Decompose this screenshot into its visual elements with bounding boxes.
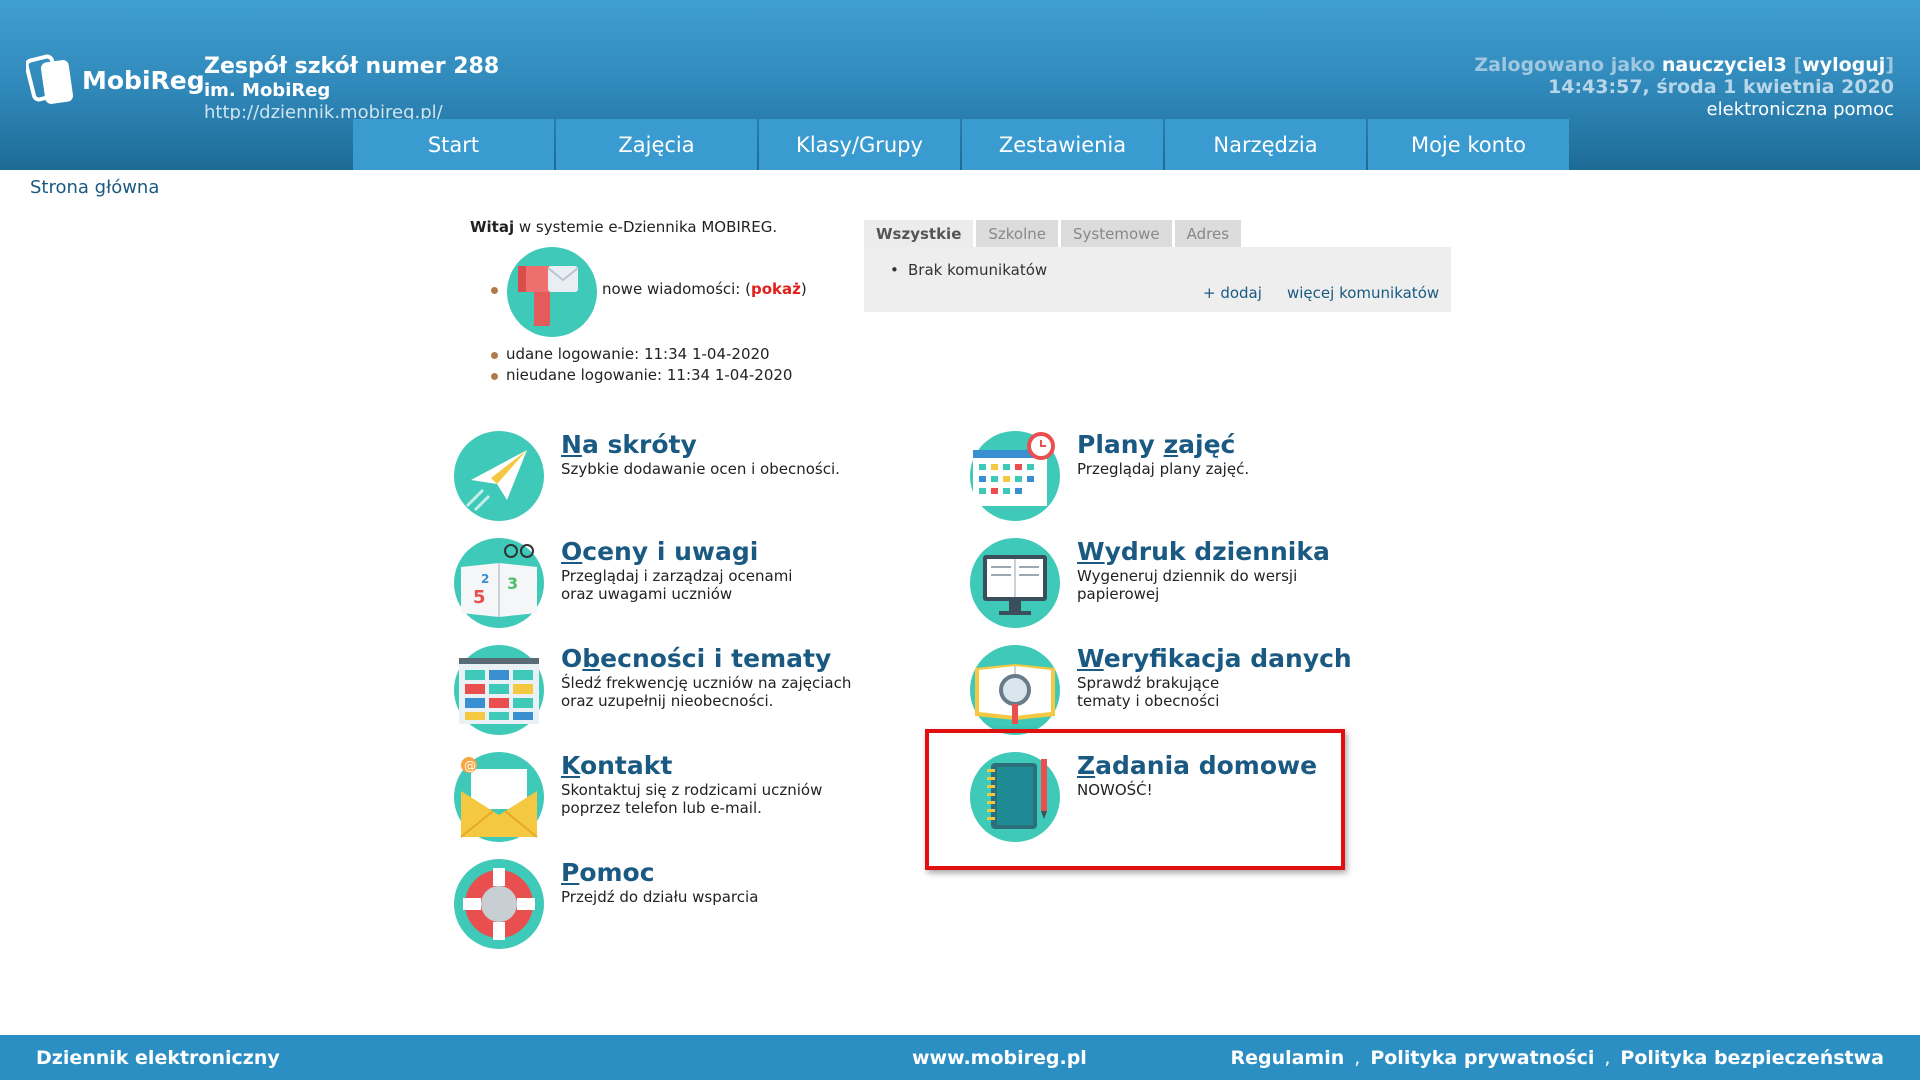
- more-announcements-link[interactable]: więcej komunikatów: [1287, 284, 1439, 302]
- tile-attendance-title[interactable]: Obecności i tematy: [561, 644, 831, 673]
- welcome-rest: w systemie e-Dziennika MOBIREG.: [514, 218, 778, 236]
- nav-klasy-grupy[interactable]: Klasy/Grupy: [759, 119, 960, 170]
- bullet: [491, 352, 498, 359]
- tab-szkolne[interactable]: Szkolne: [976, 220, 1059, 247]
- username: nauczyciel3: [1661, 54, 1787, 76]
- highlight-box: [925, 729, 1345, 870]
- announcement-body: Brak komunikatów + dodaj więcej komunika…: [864, 247, 1451, 312]
- failed-login: nieudane logowanie: 11:34 1-04-2020: [506, 366, 793, 384]
- tile-grades-title[interactable]: Oceny i uwagi: [561, 537, 758, 566]
- mobireg-logo[interactable]: MobiReg: [24, 52, 205, 108]
- footer-left: Dziennik elektroniczny: [36, 1047, 280, 1069]
- bullet: [491, 287, 498, 294]
- main-nav: Start Zajęcia Klasy/Grupy Zestawienia Na…: [353, 119, 1571, 170]
- user-box: Zalogowano jako nauczyciel3 [wyloguj] 14…: [1474, 54, 1894, 121]
- logout-link[interactable]: wyloguj: [1802, 54, 1885, 76]
- footer-security-link[interactable]: Polityka bezpieczeństwa: [1620, 1047, 1884, 1069]
- logged-as-label: Zalogowano jako: [1474, 54, 1656, 76]
- tile-shortcuts-desc: Szybkie dodawanie ocen i obecności.: [561, 460, 840, 478]
- logo-text: MobiReg: [82, 66, 205, 95]
- mailbox-icon[interactable]: [506, 246, 598, 338]
- tile-attendance-desc: Śledź frekwencję uczniów na zajęciach ora…: [561, 674, 852, 710]
- welcome-text: Witaj w systemie e-Dziennika MOBIREG.: [470, 218, 777, 236]
- tile-grades-desc: Przeglądaj i zarządzaj ocenami oraz uwaga…: [561, 567, 793, 603]
- lifebuoy-icon: [454, 859, 544, 949]
- footer-terms-link[interactable]: Regulamin: [1230, 1047, 1344, 1069]
- envelope-icon: @: [454, 752, 544, 842]
- bullet: [491, 373, 498, 380]
- tile-help-title[interactable]: Pomoc: [561, 858, 655, 887]
- tile-contact-desc: Skontaktuj się z rodzicami uczniów poprze…: [561, 781, 823, 817]
- add-announcement-link[interactable]: + dodaj: [1203, 284, 1262, 302]
- announcement-tabs: Wszystkie Szkolne Systemowe Adres: [864, 220, 1451, 247]
- attendance-grid-icon: [454, 645, 544, 735]
- svg-text:2: 2: [481, 572, 489, 586]
- datetime: 14:43:57, środa 1 kwietnia 2020: [1548, 76, 1894, 98]
- svg-text:@: @: [464, 759, 476, 773]
- successful-login: udane logowanie: 11:34 1-04-2020: [506, 345, 770, 363]
- nav-zestawienia[interactable]: Zestawienia: [962, 119, 1163, 170]
- show-messages-link[interactable]: pokaż: [751, 280, 801, 298]
- phone-logo-icon: [24, 54, 74, 104]
- svg-text:3: 3: [507, 574, 518, 593]
- logged-in-line: Zalogowano jako nauczyciel3 [wyloguj]: [1474, 54, 1894, 76]
- tab-systemowe[interactable]: Systemowe: [1061, 220, 1172, 247]
- school-url-link[interactable]: http://dziennik.mobireg.pl/: [204, 102, 443, 120]
- magnifier-book-icon: [970, 645, 1060, 735]
- tile-contact-title[interactable]: Kontakt: [561, 751, 672, 780]
- tile-plans-desc: Przeglądaj plany zajęć.: [1077, 460, 1250, 478]
- tab-adres[interactable]: Adres: [1174, 220, 1242, 247]
- nav-narzedzia[interactable]: Narzędzia: [1165, 119, 1366, 170]
- tab-wszystkie[interactable]: Wszystkie: [864, 220, 974, 247]
- new-messages: nowe wiadomości: (pokaż): [602, 280, 807, 298]
- footer: Dziennik elektroniczny www.mobireg.pl Re…: [0, 1035, 1920, 1080]
- tile-shortcuts-title[interactable]: Na skróty: [561, 430, 697, 459]
- calendar-icon: [970, 431, 1060, 521]
- svg-text:5: 5: [473, 587, 486, 608]
- tile-verify-desc: Sprawdź brakujące tematy i obecności: [1077, 674, 1220, 710]
- header: MobiReg Zespół szkół numer 288 im. MobiR…: [0, 0, 1920, 170]
- breadcrumb-home[interactable]: Strona główna: [30, 177, 159, 198]
- announcements-panel: Wszystkie Szkolne Systemowe Adres Brak k…: [864, 220, 1451, 312]
- school-subtitle: im. MobiReg: [204, 80, 331, 101]
- help-link[interactable]: elektroniczna pomoc: [1707, 99, 1894, 120]
- tile-verify-title[interactable]: Weryfikacja danych: [1077, 644, 1352, 673]
- school-name: Zespół szkół numer 288: [204, 54, 500, 79]
- tile-print-desc: Wygeneruj dziennik do wersji papierowej: [1077, 567, 1298, 603]
- nav-moje-konto[interactable]: Moje konto: [1368, 119, 1569, 170]
- paper-plane-icon: [454, 431, 544, 521]
- nav-zajecia[interactable]: Zajęcia: [556, 119, 757, 170]
- monitor-book-icon: [970, 538, 1060, 628]
- tile-plans-title[interactable]: Plany zajęć: [1077, 430, 1235, 459]
- footer-privacy-link[interactable]: Polityka prywatności: [1370, 1047, 1594, 1069]
- welcome-bold: Witaj: [470, 218, 515, 236]
- nav-start[interactable]: Start: [353, 119, 554, 170]
- tile-help-desc: Przejdź do działu wsparcia: [561, 888, 759, 906]
- announcement-item: Brak komunikatów: [890, 261, 1047, 279]
- notebook-grades-icon: 5 3 2: [454, 538, 544, 628]
- footer-website-link[interactable]: www.mobireg.pl: [912, 1047, 1087, 1069]
- footer-links: Regulamin , Polityka prywatności , Polit…: [1230, 1047, 1884, 1069]
- tile-print-title[interactable]: Wydruk dziennika: [1077, 537, 1330, 566]
